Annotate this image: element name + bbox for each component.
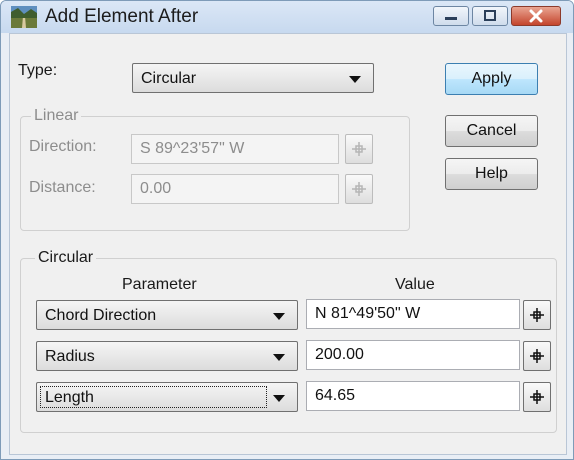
type-label: Type: bbox=[18, 62, 58, 79]
radius-value-field[interactable]: 200.00 bbox=[306, 340, 520, 370]
road-landscape-icon bbox=[11, 6, 37, 28]
maximize-icon bbox=[484, 10, 496, 21]
crosshair-icon bbox=[352, 142, 366, 156]
parameter-column-header: Parameter bbox=[122, 276, 197, 293]
maximize-button[interactable] bbox=[472, 6, 508, 26]
type-select[interactable]: Circular bbox=[132, 63, 374, 93]
distance-field[interactable]: 0.00 bbox=[131, 174, 339, 204]
chevron-down-icon bbox=[349, 76, 361, 83]
radius-value: 200.00 bbox=[315, 346, 364, 363]
cancel-button[interactable]: Cancel bbox=[445, 115, 538, 147]
dialog-client-area: Type: Circular Apply Cancel Help Linear … bbox=[9, 33, 567, 455]
parameter-select-length[interactable]: Length bbox=[36, 382, 298, 412]
circular-group-label: Circular bbox=[35, 249, 97, 267]
length-value-field[interactable]: 64.65 bbox=[306, 381, 520, 411]
parameter-select-chord-direction[interactable]: Chord Direction bbox=[36, 300, 298, 330]
crosshair-icon bbox=[530, 349, 544, 363]
add-element-after-dialog: Add Element After Type: Circular Apply C… bbox=[0, 0, 574, 460]
chevron-down-icon bbox=[273, 313, 285, 320]
direction-value: S 89^23'57" W bbox=[140, 140, 245, 157]
minimize-icon bbox=[445, 17, 457, 20]
close-icon bbox=[529, 9, 543, 23]
chevron-down-icon bbox=[273, 395, 285, 402]
distance-pick-button[interactable] bbox=[345, 174, 373, 204]
direction-field[interactable]: S 89^23'57" W bbox=[131, 134, 339, 164]
chevron-down-icon bbox=[273, 354, 285, 361]
parameter-select-radius[interactable]: Radius bbox=[36, 341, 298, 371]
crosshair-icon bbox=[352, 182, 366, 196]
title-bar[interactable]: Add Element After bbox=[1, 1, 573, 33]
chord-direction-pick-button[interactable] bbox=[523, 300, 551, 330]
parameter-select-value: Radius bbox=[45, 348, 95, 365]
direction-pick-button[interactable] bbox=[345, 134, 373, 164]
radius-pick-button[interactable] bbox=[523, 341, 551, 371]
parameter-select-value: Length bbox=[45, 389, 94, 406]
close-button[interactable] bbox=[511, 6, 561, 26]
crosshair-icon bbox=[530, 308, 544, 322]
type-select-value: Circular bbox=[141, 70, 197, 87]
crosshair-icon bbox=[530, 390, 544, 404]
linear-group-label: Linear bbox=[31, 107, 82, 125]
minimize-button[interactable] bbox=[433, 6, 469, 26]
chord-direction-value: N 81^49'50" W bbox=[315, 305, 421, 322]
distance-label: Distance: bbox=[29, 179, 96, 196]
parameter-select-value: Chord Direction bbox=[45, 307, 157, 324]
distance-value: 0.00 bbox=[140, 180, 172, 197]
length-value: 64.65 bbox=[315, 387, 356, 404]
chord-direction-value-field[interactable]: N 81^49'50" W bbox=[306, 299, 520, 329]
value-column-header: Value bbox=[395, 276, 435, 293]
length-pick-button[interactable] bbox=[523, 382, 551, 412]
apply-button[interactable]: Apply bbox=[445, 63, 538, 95]
window-title: Add Element After bbox=[45, 6, 199, 27]
help-button[interactable]: Help bbox=[445, 158, 538, 190]
direction-label: Direction: bbox=[29, 138, 97, 155]
